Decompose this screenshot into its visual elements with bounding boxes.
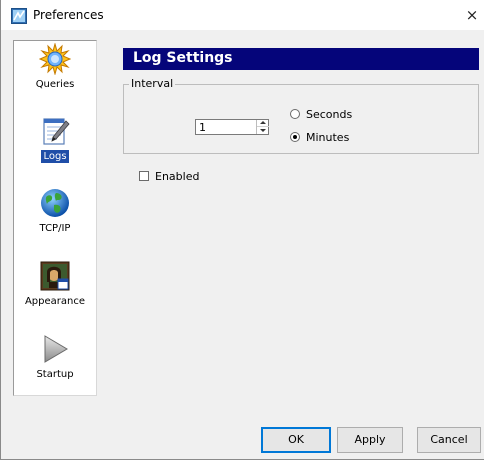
enabled-checkbox[interactable]	[139, 171, 149, 181]
apply-button[interactable]: Apply	[337, 427, 403, 453]
sidebar-item-startup[interactable]: Startup	[14, 333, 96, 403]
preferences-app-icon	[11, 8, 27, 24]
sidebar-item-appearance[interactable]: Appearance	[14, 260, 96, 330]
play-arrow-icon	[44, 335, 68, 363]
sidebar-item-logs[interactable]: Logs	[14, 115, 96, 185]
sidebar-item-label: TCP/IP	[39, 223, 71, 234]
portrait-icon	[40, 261, 70, 291]
sidebar-item-tcpip[interactable]: TCP/IP	[14, 187, 96, 257]
section-header: Log Settings	[123, 48, 479, 70]
cancel-button[interactable]: Cancel	[417, 427, 481, 453]
sidebar-item-label: Startup	[36, 369, 74, 380]
preferences-dialog: Preferences × Queries Logs TCP/IP Appear…	[0, 0, 484, 460]
radio-selected-dot	[293, 135, 297, 139]
radio-button[interactable]	[290, 132, 300, 142]
ok-button[interactable]: OK	[261, 427, 331, 453]
interval-spinner[interactable]: 1	[195, 119, 269, 135]
notepad-pencil-icon	[43, 118, 70, 145]
interval-group-label: Interval	[129, 77, 176, 90]
interval-value[interactable]: 1	[199, 121, 206, 134]
sidebar-item-label: Logs	[41, 150, 69, 163]
arrow-up-icon	[260, 121, 266, 124]
globe-icon	[41, 189, 69, 217]
arrow-down-icon	[260, 129, 266, 132]
enabled-label: Enabled	[155, 170, 200, 183]
window-title: Preferences	[33, 8, 104, 22]
radio-button[interactable]	[290, 109, 300, 119]
spinner-buttons	[256, 120, 269, 134]
spinner-up-button[interactable]	[257, 120, 269, 127]
sidebar-item-label: Appearance	[24, 296, 86, 307]
interval-group	[123, 84, 479, 154]
sidebar-item-label: Queries	[35, 79, 75, 90]
radio-label: Seconds	[306, 108, 353, 121]
preferences-sidebar: Queries Logs TCP/IP Appearance Startup	[13, 40, 97, 396]
sidebar-item-queries[interactable]: Queries	[14, 43, 96, 113]
close-button[interactable]: ×	[461, 4, 483, 26]
sun-icon	[39, 43, 71, 75]
radio-label: Minutes	[306, 131, 350, 144]
section-title: Log Settings	[133, 50, 233, 66]
spinner-down-button[interactable]	[257, 127, 269, 134]
title-bar: Preferences ×	[1, 0, 484, 30]
